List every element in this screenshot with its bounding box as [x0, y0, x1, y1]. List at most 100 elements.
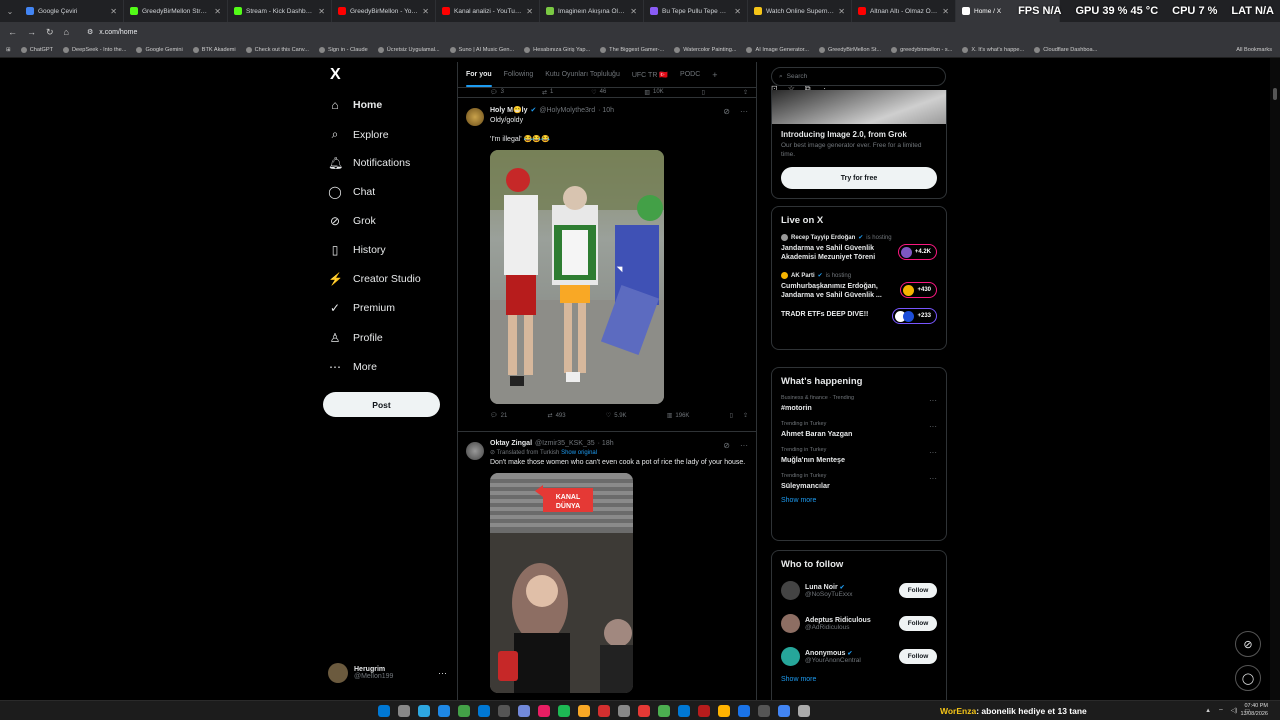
taskbar-app-icon[interactable]: [498, 704, 510, 717]
close-icon[interactable]: ✕: [838, 7, 845, 16]
tweet[interactable]: Holy M😁ly ✔ @HolyMolythe3rd · 10h ⊘ ··· O…: [458, 97, 756, 431]
feed-tab[interactable]: UFC TR 🇹🇷: [632, 71, 668, 79]
bookmark-icon[interactable]: ▯: [702, 89, 705, 96]
nav-item-premium[interactable]: ✓ Premium: [328, 301, 395, 315]
taskbar-app-icon[interactable]: [678, 704, 690, 717]
nav-item-more[interactable]: ⋯ More: [328, 360, 377, 374]
browser-tab[interactable]: Watch Online Supernatural ✕: [748, 0, 852, 22]
live-item[interactable]: Recep Tayyip Erdoğan ✔ is hosting Jandarma…: [772, 230, 946, 268]
taskbar-app-icon[interactable]: [718, 704, 730, 717]
trend-item[interactable]: Trending in Turkey Muğla'nın Menteşe ···: [772, 443, 946, 469]
all-bookmarks[interactable]: All Bookmarks: [1236, 47, 1272, 53]
bookmark-item[interactable]: Cloudflare Dashboa...: [1034, 46, 1097, 53]
taskbar-app-icon[interactable]: [558, 704, 570, 717]
bookmark-item[interactable]: Ücretsiz Uygulamal...: [377, 46, 440, 53]
apps-icon[interactable]: ⊞: [6, 47, 11, 53]
browser-tab[interactable]: Imagineın Akışına Öldürün ✕: [540, 0, 644, 22]
browser-tab[interactable]: Stream - Kick Dashboard ✕: [228, 0, 332, 22]
browser-tab[interactable]: Kanal analizi - YouTube St✕: [436, 0, 540, 22]
show-more-link[interactable]: Show more: [772, 673, 946, 691]
try-for-free-button[interactable]: Try for free: [781, 167, 937, 190]
grok-icon[interactable]: ⊘: [723, 107, 730, 116]
tweet-handle[interactable]: @HolyMolythe3rd: [539, 107, 595, 114]
share-icon[interactable]: ⇪: [743, 412, 748, 419]
clock[interactable]: 07:40 PM 13/08/2026: [1240, 703, 1268, 718]
url-input[interactable]: ⚙ x.com/home: [87, 28, 137, 37]
taskbar-app-icon[interactable]: [418, 704, 430, 717]
taskbar-app-icon[interactable]: [618, 704, 630, 717]
nav-item-history[interactable]: ▯ History: [328, 243, 386, 257]
browser-tab[interactable]: Bu Tepe Pullu Tepe Notalı ✕: [644, 0, 748, 22]
taskbar-app-icon[interactable]: [578, 704, 590, 717]
bookmark-item[interactable]: X. It's what's happe...: [962, 46, 1024, 53]
trend-item[interactable]: Trending in Turkey Süleymancılar ···: [772, 469, 946, 495]
close-icon[interactable]: ✕: [422, 7, 429, 16]
browser-tab[interactable]: Altnan Altı - Olmaz Öyle ✕: [852, 0, 956, 22]
nav-item-notifications[interactable]: 🔔︎ Notifications: [328, 156, 410, 170]
avatar[interactable]: [466, 442, 484, 460]
taskbar-app-icon[interactable]: [378, 704, 390, 717]
feed-tab[interactable]: For you: [466, 71, 492, 87]
more-icon[interactable]: ···: [740, 107, 748, 116]
bookmark-item[interactable]: BTK Akademi: [192, 46, 236, 53]
messages-icon[interactable]: ◯: [1235, 665, 1261, 691]
nav-item-chat[interactable]: ◯ Chat: [328, 185, 375, 199]
grok-icon[interactable]: ⊘: [1235, 631, 1261, 657]
like-icon[interactable]: ♡ 5.9K: [606, 412, 627, 420]
grok-icon[interactable]: ⊘: [723, 441, 730, 450]
live-item[interactable]: AK Parti ✔ is hosting Cumhurbaşkanımız Erd…: [772, 268, 946, 306]
bookmark-item[interactable]: DeepSeek - Into the...: [63, 46, 126, 53]
bookmark-icon[interactable]: ▯: [730, 412, 733, 419]
close-icon[interactable]: ✕: [734, 7, 741, 16]
tweet-author[interactable]: Oktay Zingal: [490, 440, 532, 447]
taskbar-app-icon[interactable]: [658, 704, 670, 717]
bookmark-item[interactable]: greedybirmellon - s...: [891, 46, 952, 53]
tab-search-icon[interactable]: ⌄: [0, 7, 20, 16]
repost-icon[interactable]: ⇄ 1: [542, 89, 553, 96]
tweet-handle[interactable]: @Izmir35_KSK_35: [535, 440, 595, 447]
back-icon[interactable]: ←: [8, 27, 17, 38]
taskbar-app-icon[interactable]: [598, 704, 610, 717]
account-switcher[interactable]: Herugrim @Mellon199: [328, 663, 393, 683]
follow-button[interactable]: Follow: [899, 649, 937, 664]
post-button[interactable]: Post: [323, 392, 440, 417]
taskbar-app-icon[interactable]: [438, 704, 450, 717]
taskbar-app-icon[interactable]: [698, 704, 710, 717]
tweet[interactable]: Oktay Zingal @Izmir35_KSK_35 · 18h ⊘ ··· …: [458, 431, 756, 693]
network-icon[interactable]: ⌔: [1218, 707, 1224, 715]
feed-tab[interactable]: Following: [504, 71, 534, 78]
bookmark-item[interactable]: Watercolor Painting...: [674, 46, 736, 53]
bookmark-item[interactable]: AI Image Generator...: [746, 46, 809, 53]
bookmark-item[interactable]: Google Gemini: [136, 46, 183, 53]
live-item[interactable]: TRADR ETFs DEEP DIVE!! +233: [772, 306, 946, 325]
close-icon[interactable]: ✕: [630, 7, 637, 16]
views-icon[interactable]: ▥ 10K: [644, 89, 663, 96]
nav-item-creator-studio[interactable]: ⚡ Creator Studio: [328, 272, 421, 286]
views-icon[interactable]: ▥ 196K: [667, 412, 690, 420]
reload-icon[interactable]: ↻: [46, 27, 54, 38]
tweet-video[interactable]: [490, 149, 664, 404]
repost-icon[interactable]: ⇄ 493: [548, 412, 566, 420]
more-icon[interactable]: ···: [740, 441, 748, 450]
tweet-video[interactable]: KANAL DÜNYA: [490, 472, 633, 693]
taskbar-app-icon[interactable]: [478, 704, 490, 717]
show-original-link[interactable]: Show original: [561, 450, 597, 456]
bookmark-item[interactable]: Sign in - Claude: [318, 46, 368, 53]
more-icon[interactable]: ···: [929, 448, 937, 457]
like-icon[interactable]: ♡ 46: [591, 89, 606, 96]
browser-tab[interactable]: GreedyBirMellon Stream ✕: [124, 0, 228, 22]
forward-icon[interactable]: →: [27, 27, 36, 38]
tweet-time[interactable]: · 10h: [598, 107, 614, 114]
suggested-account[interactable]: Anonymous ✔ @YourAnonCentral Follow: [772, 640, 946, 673]
follow-button[interactable]: Follow: [899, 616, 937, 631]
close-icon[interactable]: ✕: [526, 7, 533, 16]
feed-tab[interactable]: PODC: [680, 71, 700, 78]
browser-tab[interactable]: GreedyBirMellon - YouTube ✕: [332, 0, 436, 22]
browser-tab[interactable]: Google Çeviri ✕: [20, 0, 124, 22]
more-icon[interactable]: ···: [929, 422, 937, 431]
taskbar-app-icon[interactable]: [738, 704, 750, 717]
taskbar-app-icon[interactable]: [798, 704, 810, 717]
taskbar-app-icon[interactable]: [638, 704, 650, 717]
trend-item[interactable]: Trending in Turkey Ahmet Baran Yazgan ···: [772, 417, 946, 443]
tweet-time[interactable]: · 18h: [598, 440, 614, 447]
